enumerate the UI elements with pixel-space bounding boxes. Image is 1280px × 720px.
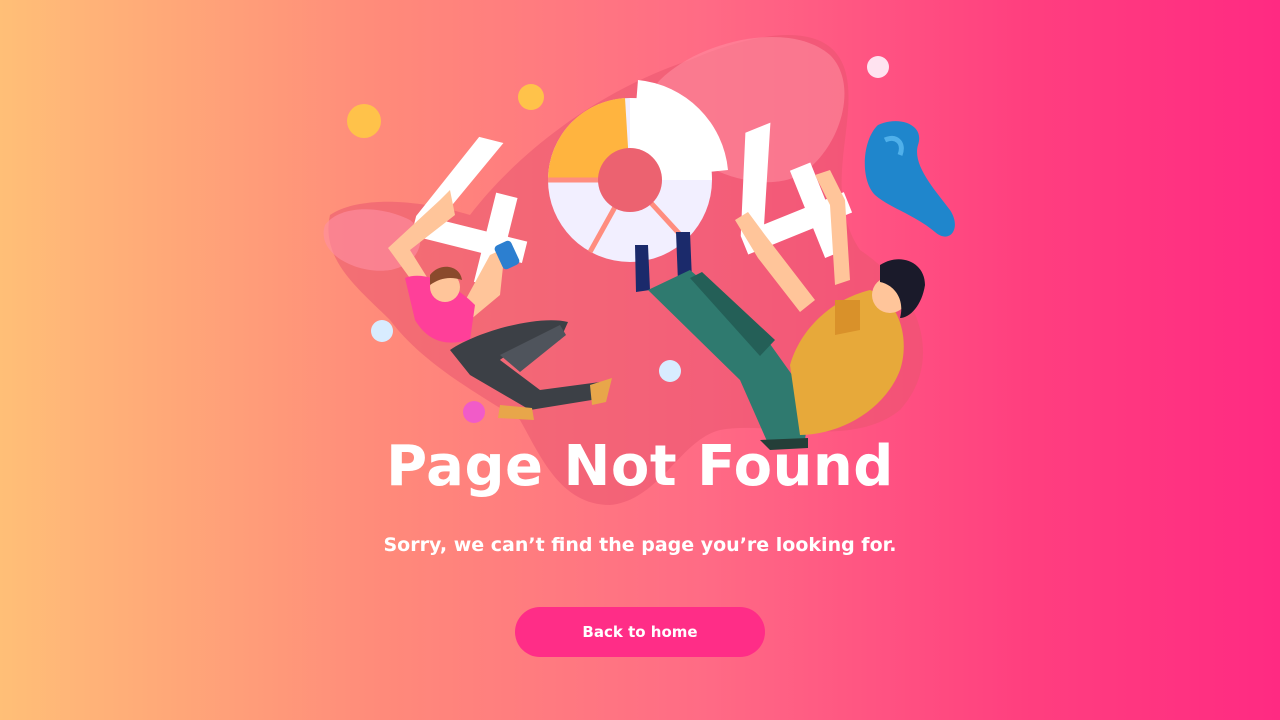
error-message: Sorry, we can’t find the page you’re loo… bbox=[383, 534, 897, 556]
dot-yellow-large bbox=[347, 104, 381, 138]
back-to-home-button[interactable]: Back to home bbox=[515, 607, 765, 657]
dot-magenta bbox=[463, 401, 485, 423]
dot-yellow-small bbox=[518, 84, 544, 110]
dot-blue-center bbox=[659, 360, 681, 382]
blue-paint-splash bbox=[864, 121, 955, 237]
dot-blue-left bbox=[371, 320, 393, 342]
dot-pink-light bbox=[867, 56, 889, 78]
page-title: Page Not Found bbox=[386, 434, 894, 499]
